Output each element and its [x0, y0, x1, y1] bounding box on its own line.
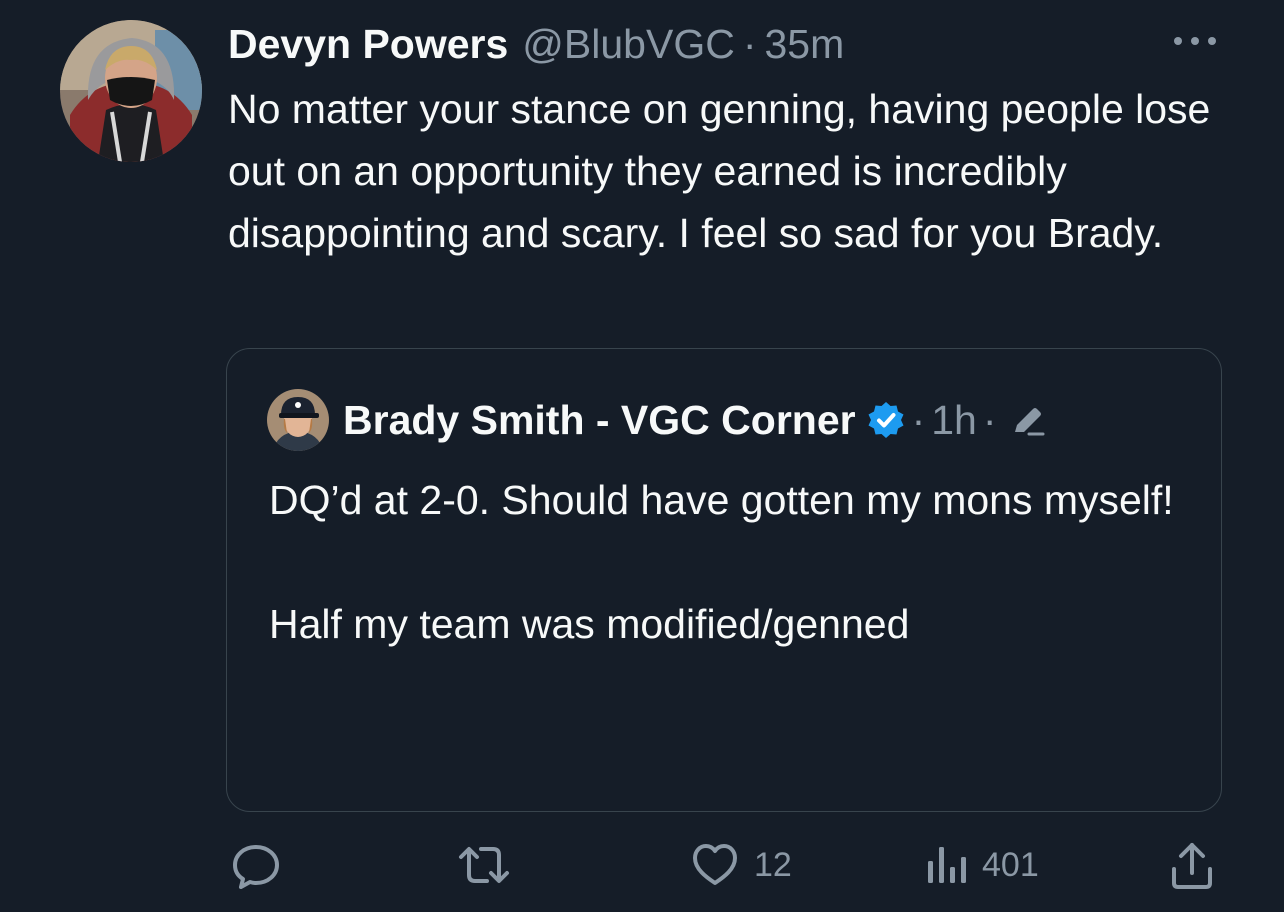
separator-dot: ·	[742, 20, 757, 67]
views-button[interactable]: 401	[924, 830, 1039, 900]
author-avatar-image	[60, 20, 202, 162]
author-name[interactable]: Devyn Powers	[228, 21, 508, 68]
author-handle[interactable]: @BlubVGC	[522, 21, 735, 68]
quoted-author-avatar-image	[267, 389, 329, 451]
tweet[interactable]: Devyn Powers @BlubVGC · 35m No matter yo…	[0, 0, 1284, 912]
like-button[interactable]: 12	[690, 830, 792, 900]
quoted-author-avatar[interactable]	[267, 389, 329, 451]
tweet-header: Devyn Powers @BlubVGC · 35m	[228, 16, 844, 72]
tweet-action-bar: 12 401	[0, 830, 1284, 900]
separator-dot: ·	[911, 396, 926, 443]
like-count: 12	[754, 845, 792, 884]
verified-badge-icon	[868, 402, 904, 438]
retweet-icon	[459, 847, 509, 883]
retweet-button[interactable]	[455, 830, 527, 900]
quoted-tweet-text: DQ’d at 2-0. Should have gotten my mons …	[269, 477, 1174, 647]
author-avatar[interactable]	[60, 20, 202, 162]
share-button[interactable]	[1168, 830, 1216, 900]
quoted-tweet-timestamp[interactable]: 1h	[931, 397, 977, 444]
tweet-text: No matter your stance on genning, having…	[228, 86, 1211, 256]
heart-icon	[693, 844, 737, 885]
more-horizontal-icon	[1174, 37, 1216, 45]
reply-button[interactable]	[228, 830, 298, 900]
share-icon	[1172, 843, 1212, 889]
separator-dot: ·	[982, 396, 997, 443]
tweet-timestamp[interactable]: 35m	[764, 21, 844, 68]
more-options-button[interactable]	[1168, 24, 1222, 58]
quoted-author-name[interactable]: Brady Smith - VGC Corner	[343, 397, 856, 444]
view-count: 401	[982, 845, 1039, 884]
edit-pencil-icon	[1014, 408, 1045, 436]
views-bar-chart-icon	[928, 847, 966, 883]
quoted-tweet-header: Brady Smith - VGC Corner · 1h ·	[267, 389, 1045, 451]
quoted-tweet-card[interactable]: Brady Smith - VGC Corner · 1h · DQ’d at …	[226, 348, 1222, 812]
reply-icon	[233, 845, 279, 889]
